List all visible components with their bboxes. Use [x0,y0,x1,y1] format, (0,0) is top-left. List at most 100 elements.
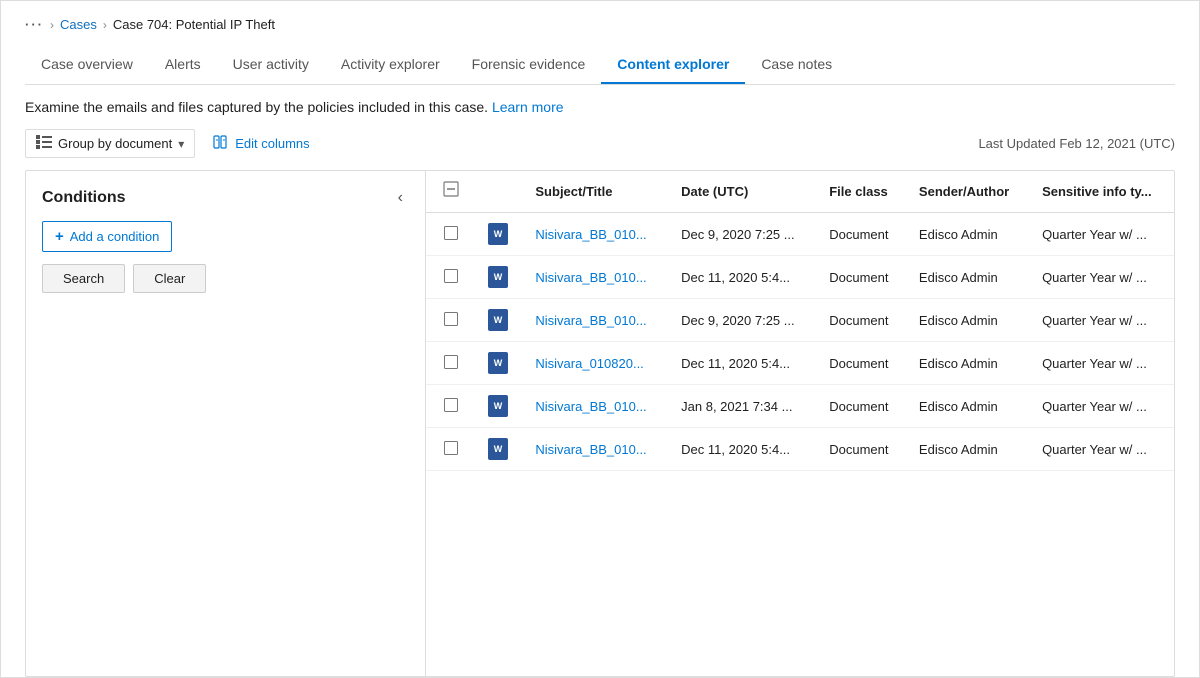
row-checkbox[interactable] [426,428,476,471]
sensitive-info-header[interactable]: Sensitive info ty... [1030,171,1174,213]
subject-cell[interactable]: Nisivara_010820... [523,342,669,385]
table-row[interactable]: W Nisivara_BB_010...Dec 9, 2020 7:25 ...D… [426,299,1174,342]
word-doc-icon: W [488,309,508,331]
subject-cell[interactable]: Nisivara_BB_010... [523,385,669,428]
description-bar: Examine the emails and files captured by… [25,99,1175,115]
date-cell: Dec 11, 2020 5:4... [669,256,817,299]
tab-case-overview[interactable]: Case overview [25,48,149,84]
content-table: Subject/Title Date (UTC) File class Send… [426,171,1174,471]
plus-icon: + [55,228,64,245]
toolbar-left: Group by document ▾ Edit columns [25,129,316,158]
tab-activity-explorer[interactable]: Activity explorer [325,48,456,84]
conditions-actions: Search Clear [42,264,409,293]
sender-cell: Edisco Admin [907,385,1030,428]
date-header[interactable]: Date (UTC) [669,171,817,213]
edit-columns-icon [213,134,229,153]
app-container: ··· › Cases › Case 704: Potential IP The… [1,1,1199,677]
file-class-cell: Document [817,342,907,385]
collapse-panel-button[interactable]: ‹ [392,187,409,209]
sender-cell: Edisco Admin [907,428,1030,471]
sender-cell: Edisco Admin [907,213,1030,256]
sensitive-info-cell: Quarter Year w/ ... [1030,342,1174,385]
search-button[interactable]: Search [42,264,125,293]
conditions-title: Conditions [42,189,126,207]
group-by-label: Group by document [58,136,172,151]
breadcrumb-current: Case 704: Potential IP Theft [113,17,275,32]
breadcrumb-dots[interactable]: ··· [25,17,44,32]
row-checkbox[interactable] [426,385,476,428]
breadcrumb: ··· › Cases › Case 704: Potential IP The… [25,17,1175,32]
group-by-button[interactable]: Group by document ▾ [25,129,195,158]
table-header-row: Subject/Title Date (UTC) File class Send… [426,171,1174,213]
table-row[interactable]: W Nisivara_010820...Dec 11, 2020 5:4...Do… [426,342,1174,385]
toolbar: Group by document ▾ Edit columns Last Up… [25,129,1175,158]
subject-cell[interactable]: Nisivara_BB_010... [523,213,669,256]
file-type-icon: W [476,299,523,342]
word-doc-icon: W [488,266,508,288]
subject-cell[interactable]: Nisivara_BB_010... [523,256,669,299]
select-all-icon[interactable] [443,184,459,201]
sender-cell: Edisco Admin [907,299,1030,342]
word-doc-icon: W [488,223,508,245]
subject-cell[interactable]: Nisivara_BB_010... [523,428,669,471]
file-type-icon: W [476,256,523,299]
row-checkbox[interactable] [426,342,476,385]
icon-header [476,171,523,213]
table-row[interactable]: W Nisivara_BB_010...Dec 9, 2020 7:25 ...D… [426,213,1174,256]
sensitive-info-cell: Quarter Year w/ ... [1030,213,1174,256]
add-condition-label: Add a condition [70,229,160,244]
clear-button[interactable]: Clear [133,264,206,293]
description-text: Examine the emails and files captured by… [25,99,488,115]
row-checkbox[interactable] [426,299,476,342]
file-class-cell: Document [817,256,907,299]
last-updated-text: Last Updated Feb 12, 2021 (UTC) [978,136,1175,151]
table-row[interactable]: WNisivara_BB_010...Dec 11, 2020 5:4...Do… [426,428,1174,471]
file-type-icon: W [476,342,523,385]
breadcrumb-chevron-1: › [50,18,54,32]
sensitive-info-cell: Quarter Year w/ ... [1030,256,1174,299]
tab-alerts[interactable]: Alerts [149,48,217,84]
date-cell: Dec 9, 2020 7:25 ... [669,299,817,342]
table-row[interactable]: W Nisivara_BB_010...Dec 11, 2020 5:4...Do… [426,256,1174,299]
group-by-icon [36,135,52,152]
content-table-area: Subject/Title Date (UTC) File class Send… [426,171,1174,676]
select-all-header[interactable] [426,171,476,213]
subject-cell[interactable]: Nisivara_BB_010... [523,299,669,342]
row-checkbox[interactable] [426,256,476,299]
sender-cell: Edisco Admin [907,256,1030,299]
breadcrumb-chevron-2: › [103,18,107,32]
main-content: Conditions ‹ + Add a condition Search Cl… [25,170,1175,677]
file-class-header[interactable]: File class [817,171,907,213]
breadcrumb-cases-link[interactable]: Cases [60,17,97,32]
conditions-header: Conditions ‹ [42,187,409,209]
table-body: WNisivara_BB_010...Dec 9, 2020 7:25 ...D… [426,213,1174,471]
file-class-cell: Document [817,385,907,428]
edit-columns-button[interactable]: Edit columns [207,129,315,158]
sensitive-info-cell: Quarter Year w/ ... [1030,299,1174,342]
tab-user-activity[interactable]: User activity [217,48,325,84]
date-cell: Dec 9, 2020 7:25 ... [669,213,817,256]
date-cell: Dec 11, 2020 5:4... [669,428,817,471]
tab-bar: Case overview Alerts User activity Activ… [25,48,1175,85]
date-cell: Dec 11, 2020 5:4... [669,342,817,385]
subject-header[interactable]: Subject/Title [523,171,669,213]
learn-more-link[interactable]: Learn more [492,99,564,115]
sender-cell: Edisco Admin [907,342,1030,385]
chevron-down-icon: ▾ [178,137,184,151]
tab-forensic-evidence[interactable]: Forensic evidence [456,48,602,84]
word-doc-icon: W [488,352,508,374]
file-type-icon: W [476,385,523,428]
file-class-cell: Document [817,428,907,471]
table-row[interactable]: W Nisivara_BB_010...Jan 8, 2021 7:34 ...D… [426,385,1174,428]
sender-header[interactable]: Sender/Author [907,171,1030,213]
file-type-icon: W [476,428,523,471]
word-doc-icon: W [488,395,508,417]
file-class-cell: Document [817,299,907,342]
file-class-cell: Document [817,213,907,256]
tab-content-explorer[interactable]: Content explorer [601,48,745,84]
date-cell: Jan 8, 2021 7:34 ... [669,385,817,428]
add-condition-button[interactable]: + Add a condition [42,221,172,252]
tab-case-notes[interactable]: Case notes [745,48,848,84]
sensitive-info-cell: Quarter Year w/ ... [1030,428,1174,471]
row-checkbox[interactable] [426,213,476,256]
